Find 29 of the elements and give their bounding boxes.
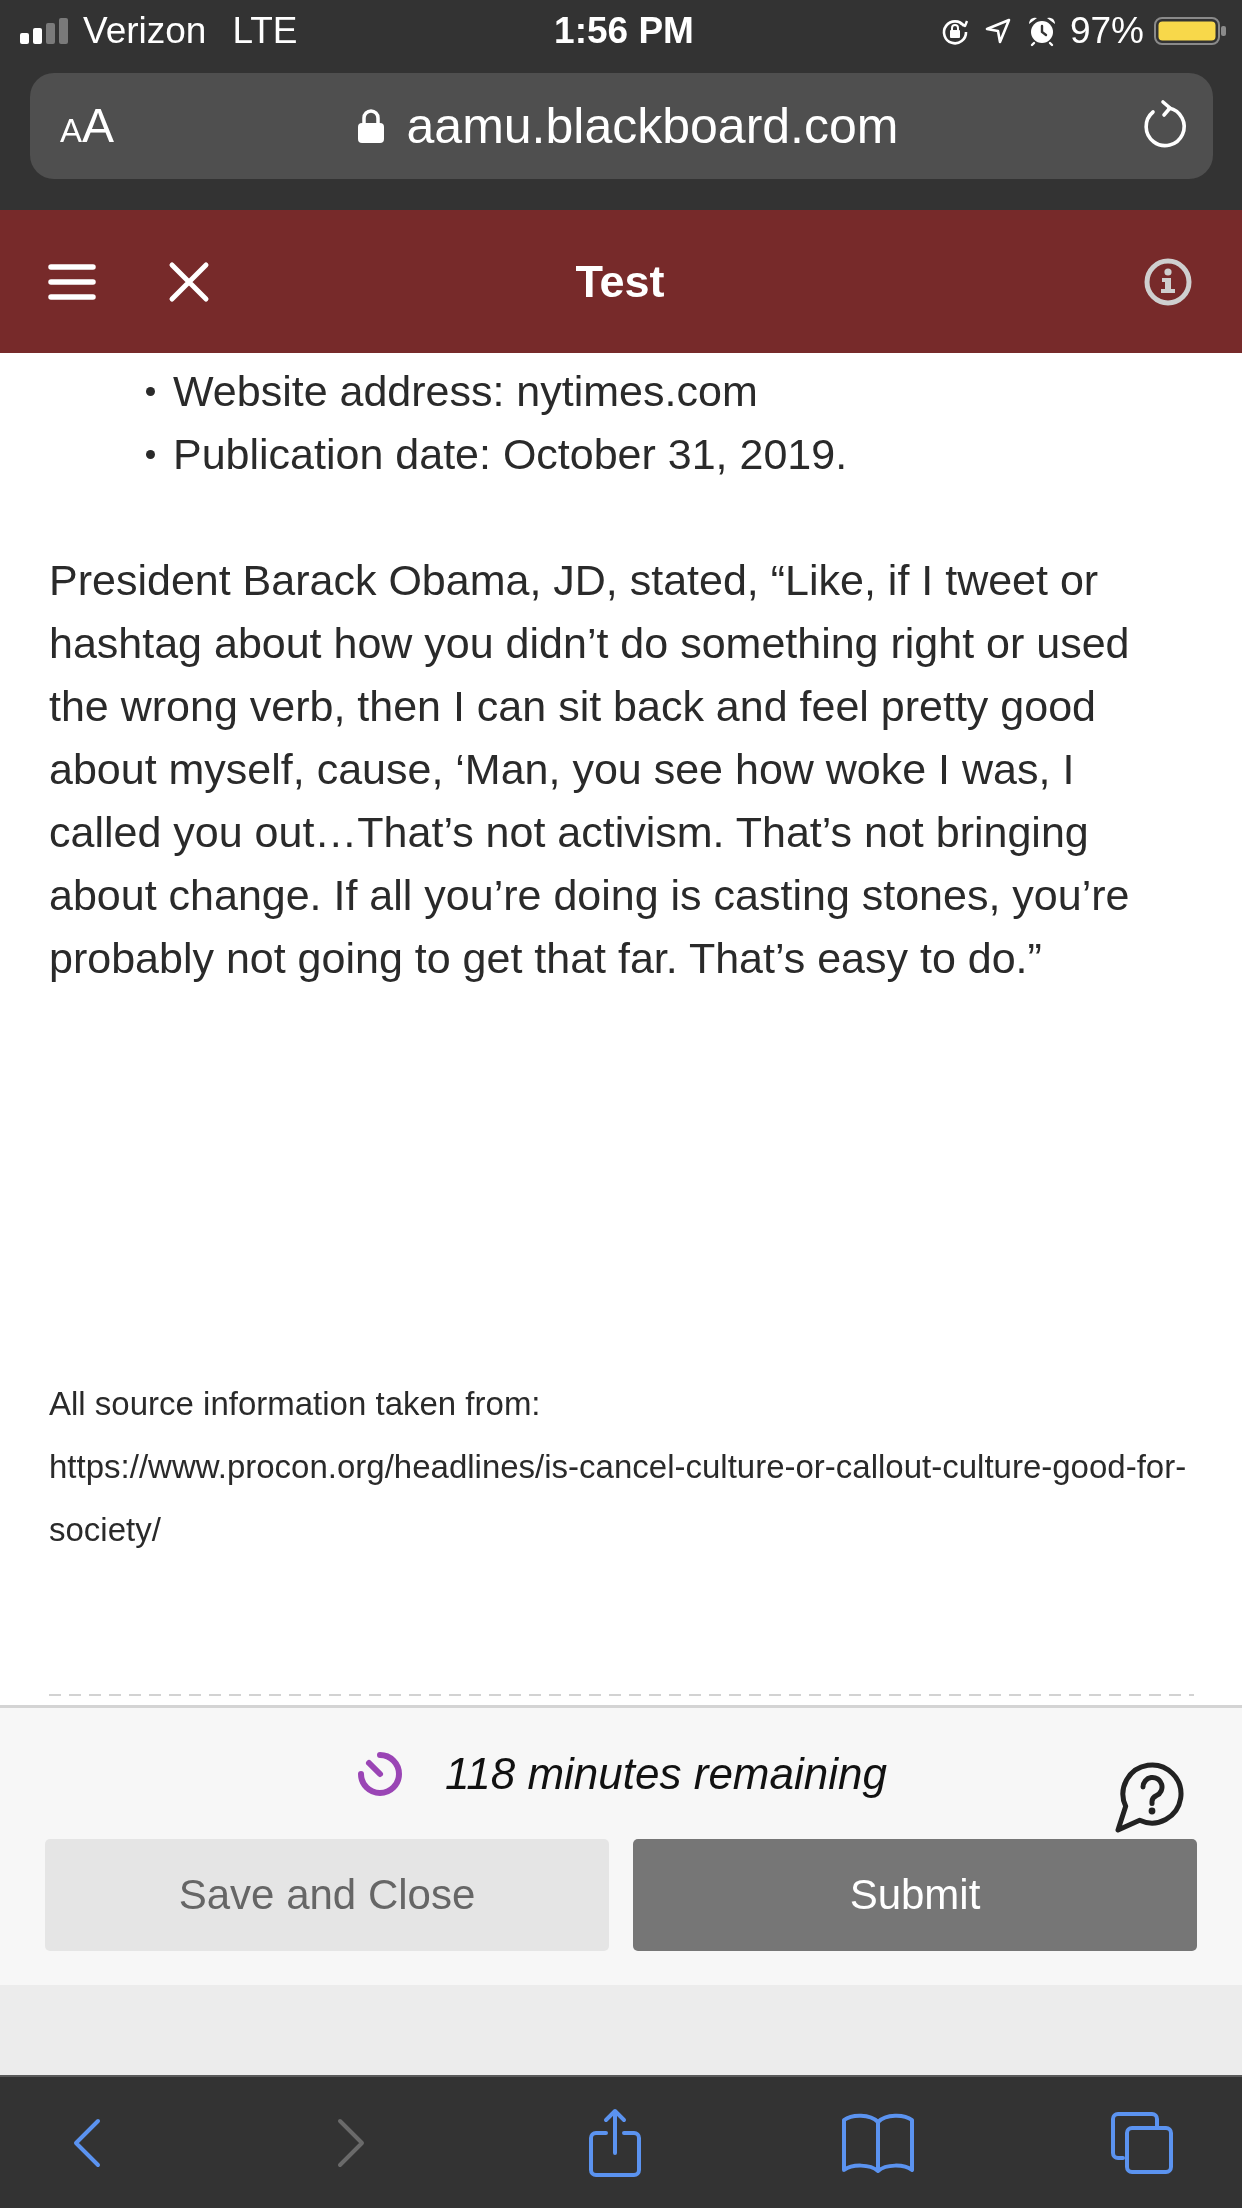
lock-icon [356,108,385,144]
text-size-button[interactable]: AA [60,102,115,150]
location-arrow-icon [984,18,1011,44]
bullet-icon [146,450,155,459]
page-title: Test [575,255,665,308]
save-and-close-button[interactable]: Save and Close [45,1839,609,1951]
source-url: https://www.procon.org/headlines/is-cancel-culture-or-callout-culture-good-for-society/ [49,1447,1188,1550]
source-label: All source information taken from: [49,1384,542,1424]
time-remaining-text: 118 minutes remaining [445,1748,887,1799]
battery-percentage: 97% [1069,10,1144,52]
info-icon[interactable] [1144,257,1192,306]
address-bar[interactable]: AA aamu.blackboard.com [30,73,1213,179]
url-text: aamu.blackboard.com [406,97,899,155]
network-type: LTE [232,10,298,52]
close-icon[interactable] [168,260,210,303]
bullet-text: Publication date: October 31, 2019. [173,429,848,480]
battery-icon [1154,17,1228,45]
quote-paragraph: President Barack Obama, JD, stated, “Like, if I tweet or hashtag about how you didn’t do something right or used the wrong verb, then I can sit back and feel pretty good about myself, cause, ‘Man, you see how woke I was, I called you out…That’s not activism. That’s not bringing about change. If all you’re doing is casting stones, you’re probably not going to get that far. That’s easy to do.” [49,555,1131,984]
menu-icon[interactable] [48,262,96,301]
alarm-clock-icon [1026,16,1057,46]
bullet-icon [146,387,155,396]
share-icon[interactable] [586,2106,643,2179]
submit-button[interactable]: Submit [633,1839,1197,1951]
clock-time: 1:56 PM [554,10,694,52]
signal-bars-icon [20,18,68,44]
open-book-icon[interactable] [840,2111,917,2174]
bullet-text: Website address: nytimes.com [173,366,758,417]
rotation-lock-icon [940,17,969,45]
carrier-name: Verizon [83,10,207,52]
